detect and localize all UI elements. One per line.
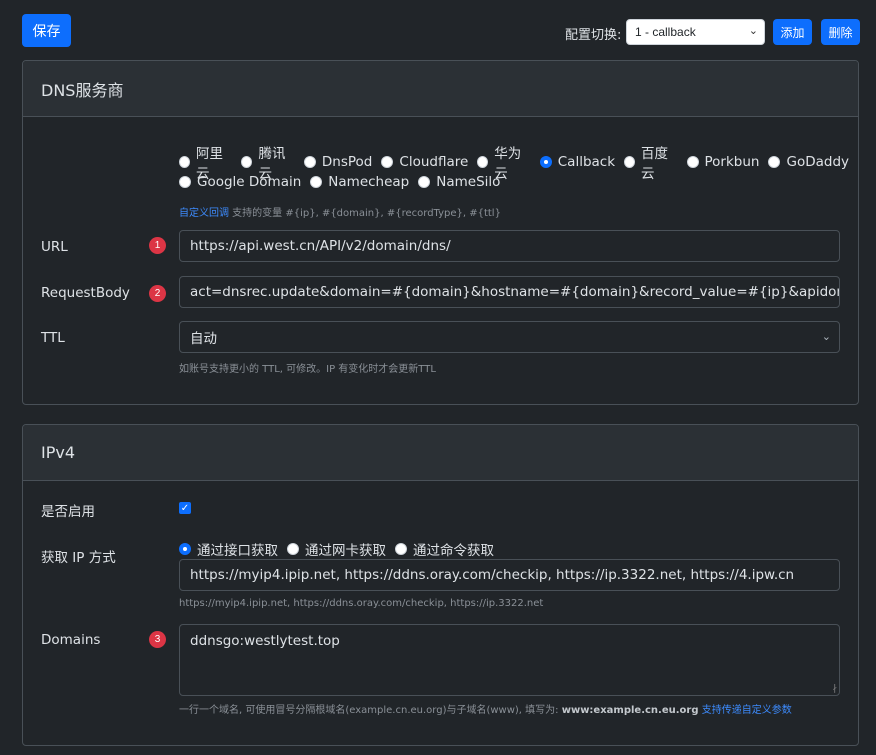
provider-option-2[interactable]: DnsPod [303,154,373,170]
provider-option-8[interactable]: GoDaddy [768,154,849,170]
radio-icon[interactable] [179,176,191,188]
ip-method-option-1[interactable]: 通过网卡获取 [287,539,386,559]
domains-help-text: 一行一个域名, 可使用冒号分隔根域名(example.cn.eu.org)与子域… [179,701,792,716]
radio-icon[interactable] [241,156,253,168]
provider-option-label: Cloudflare [399,154,469,170]
radio-icon[interactable] [381,156,394,168]
ttl-select[interactable]: 自动 ⌄ [179,321,840,353]
radio-icon[interactable] [768,156,781,168]
provider-option-label: Porkbun [704,154,760,170]
radio-icon[interactable] [418,176,431,188]
provider-option-6[interactable]: 百度云 [624,142,677,182]
request-body-input[interactable]: act=dnsrec.update&domain=#{domain}&hostn… [179,276,840,308]
custom-callback-link[interactable]: 自定义回调 [179,208,229,219]
provider-option-label: Namecheap [328,174,410,190]
provider-option-label: NameSilo [436,174,501,190]
request-body-value: act=dnsrec.update&domain=#{domain}&hostn… [190,284,839,300]
badge-2: 2 [149,285,166,302]
config-switch-label: 配置切换: [565,28,622,43]
provider-option-2[interactable]: NameSilo [418,174,500,190]
radio-icon[interactable] [179,543,191,555]
radio-icon[interactable] [303,156,316,168]
url-input-value: https://api.west.cn/API/v2/domain/dns/ [190,238,451,254]
radio-icon[interactable] [686,156,699,168]
ip-api-url-input[interactable]: https://myip4.ipip.net, https://ddns.ora… [179,559,840,591]
chevron-down-icon: ⌄ [748,25,758,37]
provider-option-7[interactable]: Porkbun [686,154,760,170]
provider-radio-group-row2: Google Domain Namecheap NameSilo [179,174,509,190]
request-body-label: RequestBody [41,285,130,301]
check-icon: ✓ [180,502,190,514]
provider-option-label: 百度云 [641,146,669,182]
ip-api-url-value: https://myip4.ipip.net, https://ddns.ora… [190,567,795,583]
ip-api-help-text: https://myip4.ipip.net, https://ddns.ora… [179,598,544,609]
enable-checkbox[interactable]: ✓ [179,502,191,514]
dns-card-title: DNS服务商 [23,61,858,117]
radio-icon[interactable] [539,156,552,168]
dns-provider-card: DNS服务商 阿里云 腾讯云 DnsPod Cloudflare 华为云 Callback… [22,60,859,405]
provider-option-1[interactable]: Namecheap [310,174,409,190]
config-select-value: 1 - callback [635,25,696,39]
radio-icon[interactable] [624,156,636,168]
toolbar: 保存 配置切换: 1 - callback ⌄ 添加 删除 [0,0,876,58]
domains-label: Domains [41,632,101,648]
provider-option-5[interactable]: Callback [539,154,616,170]
resize-handle-icon[interactable]: ∤ [833,684,838,694]
custom-params-link[interactable]: 支持传递自定义参数 [699,705,792,716]
provider-option-label: Callback [557,154,616,170]
variables-hint: 支持的变量 #{ip}, #{domain}, #{recordType}, #… [229,208,501,219]
radio-icon[interactable] [179,156,190,168]
provider-option-label: Google Domain [197,174,302,190]
ip-method-option-label: 通过网卡获取 [305,543,386,559]
provider-help-text: 自定义回调 支持的变量 #{ip}, #{domain}, #{recordTy… [179,204,501,219]
ip-method-option-label: 通过命令获取 [413,543,494,559]
config-select[interactable]: 1 - callback ⌄ [626,19,765,45]
provider-option-3[interactable]: Cloudflare [381,154,468,170]
ttl-label: TTL [41,330,65,346]
domains-value: ddnsgo:westlytest.top [190,633,340,649]
url-label: URL [41,239,68,255]
radio-icon[interactable] [477,156,489,168]
ip-method-label: 获取 IP 方式 [41,550,116,566]
radio-icon[interactable] [395,543,407,555]
delete-button[interactable]: 删除 [821,19,860,45]
badge-3: 3 [149,631,166,648]
domains-help-example: www:example.cn.eu.org [561,705,699,716]
url-input[interactable]: https://api.west.cn/API/v2/domain/dns/ [179,230,840,262]
ipv4-card: IPv4 是否启用 ✓ 获取 IP 方式 通过接口获取 通过网卡获取 通过命令获取 … [22,424,859,746]
enable-label: 是否启用 [41,504,95,520]
provider-option-label: GoDaddy [786,154,850,170]
radio-icon[interactable] [287,543,299,555]
domains-textarea[interactable]: ddnsgo:westlytest.top ∤ [179,624,840,696]
save-button[interactable]: 保存 [22,14,71,47]
add-button[interactable]: 添加 [773,19,812,45]
provider-option-0[interactable]: Google Domain [179,174,301,190]
ip-method-option-2[interactable]: 通过命令获取 [395,539,494,559]
ttl-help-text: 如账号支持更小的 TTL, 可修改。IP 有变化时才会更新TTL [179,364,436,375]
ipv4-card-title: IPv4 [23,425,858,481]
ttl-select-value: 自动 [190,331,217,347]
badge-1: 1 [149,237,166,254]
ip-method-option-label: 通过接口获取 [197,543,278,559]
chevron-down-icon: ⌄ [821,330,831,343]
ip-method-radio-group: 通过接口获取 通过网卡获取 通过命令获取 [179,539,503,559]
provider-option-label: DnsPod [321,154,373,170]
ip-method-option-0[interactable]: 通过接口获取 [179,539,278,559]
domains-help-main: 一行一个域名, 可使用冒号分隔根域名(example.cn.eu.org)与子域… [179,705,562,716]
radio-icon[interactable] [310,176,323,188]
